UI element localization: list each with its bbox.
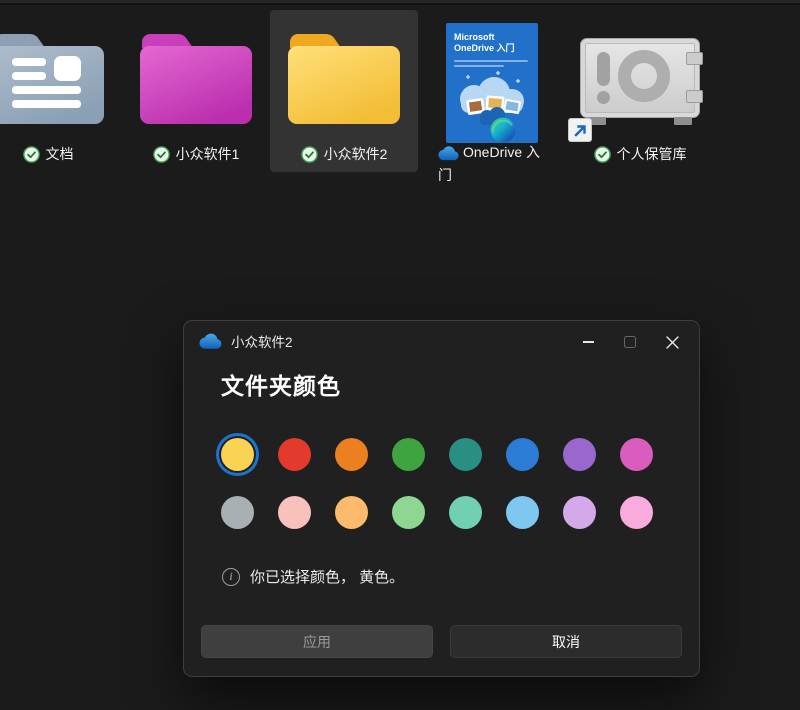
vault-hinge bbox=[686, 90, 703, 103]
color-swatch[interactable] bbox=[392, 496, 425, 529]
folder-magenta-icon bbox=[140, 30, 252, 124]
swatch-row-pastel bbox=[221, 496, 653, 529]
maximize-button bbox=[609, 321, 651, 363]
color-swatch-selected[interactable] bbox=[221, 438, 254, 471]
file-tile-onedrive-pdf[interactable]: Microsoft OneDrive 入门 bbox=[418, 10, 566, 172]
file-name-text: 文档 bbox=[46, 144, 74, 164]
window-controls bbox=[567, 321, 693, 363]
folder-yellow-icon bbox=[288, 30, 400, 124]
onedrive-synced-icon bbox=[301, 146, 318, 163]
vault-hinge bbox=[686, 52, 703, 65]
dialog-heading: 文件夹颜色 bbox=[221, 367, 341, 401]
color-swatch[interactable] bbox=[563, 496, 596, 529]
thumb-text-bar bbox=[454, 65, 504, 67]
dialog-button-row: 应用 取消 bbox=[201, 625, 682, 658]
minimize-icon bbox=[583, 341, 594, 343]
folder-color-dialog: 小众软件2 文件夹颜色 i 你已选择颜色， 黄色。 应用 取消 bbox=[183, 320, 700, 677]
vault-foot bbox=[674, 117, 692, 125]
file-label: OneDrive 入门 bbox=[438, 141, 550, 187]
onedrive-cloud-icon bbox=[199, 333, 222, 350]
color-swatch[interactable] bbox=[335, 496, 368, 529]
onedrive-cloud-icon bbox=[438, 146, 459, 161]
onedrive-synced-icon bbox=[153, 146, 170, 163]
color-swatch[interactable] bbox=[449, 438, 482, 471]
file-tile-folder2-selected[interactable]: 小众软件2 bbox=[270, 10, 418, 172]
color-swatch[interactable] bbox=[506, 496, 539, 529]
selection-info: i 你已选择颜色， 黄色。 bbox=[222, 566, 404, 587]
dialog-titlebar[interactable]: 小众软件2 bbox=[184, 321, 293, 361]
folder-documents-icon bbox=[0, 30, 104, 124]
color-swatch[interactable] bbox=[563, 438, 596, 471]
file-label: 个人保管库 bbox=[566, 144, 714, 164]
vault-handle bbox=[597, 52, 610, 86]
color-swatch[interactable] bbox=[449, 496, 482, 529]
color-swatch[interactable] bbox=[506, 438, 539, 471]
close-icon bbox=[666, 336, 679, 349]
file-label: 小众软件1 bbox=[122, 144, 270, 164]
thumb-text-bar bbox=[454, 60, 528, 62]
file-label: 文档 bbox=[0, 144, 122, 164]
file-tile-personal-vault[interactable]: 个人保管库 bbox=[566, 10, 714, 172]
close-button[interactable] bbox=[651, 321, 693, 363]
info-icon: i bbox=[222, 568, 240, 586]
cancel-button[interactable]: 取消 bbox=[450, 625, 682, 658]
thumb-title-line1: Microsoft bbox=[454, 32, 530, 43]
window-top-edge bbox=[0, 0, 800, 5]
file-tile-folder1[interactable]: 小众软件1 bbox=[122, 10, 270, 172]
cloud-illustration bbox=[446, 71, 538, 143]
apply-button: 应用 bbox=[201, 625, 433, 658]
thumb-title-line2: OneDrive 入门 bbox=[454, 43, 530, 54]
file-name-text: 小众软件1 bbox=[176, 144, 240, 164]
dialog-title: 小众软件2 bbox=[231, 331, 293, 351]
swatch-row-saturated bbox=[221, 438, 653, 471]
selection-info-text: 你已选择颜色， 黄色。 bbox=[250, 566, 404, 587]
file-tile-documents[interactable]: 文档 bbox=[0, 10, 122, 172]
vault-safe-icon bbox=[580, 38, 700, 130]
color-swatch[interactable] bbox=[335, 438, 368, 471]
vault-body bbox=[580, 38, 700, 118]
color-swatch[interactable] bbox=[278, 496, 311, 529]
color-swatch[interactable] bbox=[620, 438, 653, 471]
file-name-text: 小众软件2 bbox=[324, 144, 388, 164]
minimize-button[interactable] bbox=[567, 321, 609, 363]
file-name-text: 个人保管库 bbox=[617, 144, 687, 164]
maximize-icon bbox=[624, 336, 636, 348]
color-swatch-grid bbox=[221, 438, 653, 529]
onedrive-synced-icon bbox=[23, 146, 40, 163]
color-swatch[interactable] bbox=[221, 496, 254, 529]
vault-dial bbox=[618, 50, 670, 102]
color-swatch[interactable] bbox=[392, 438, 425, 471]
onedrive-synced-icon bbox=[594, 146, 611, 163]
file-label: 小众软件2 bbox=[270, 144, 418, 164]
shortcut-arrow-icon bbox=[568, 118, 592, 142]
color-swatch[interactable] bbox=[278, 438, 311, 471]
vault-handle-dot bbox=[597, 91, 610, 104]
pdf-thumbnail: Microsoft OneDrive 入门 bbox=[446, 23, 538, 143]
color-swatch[interactable] bbox=[620, 496, 653, 529]
